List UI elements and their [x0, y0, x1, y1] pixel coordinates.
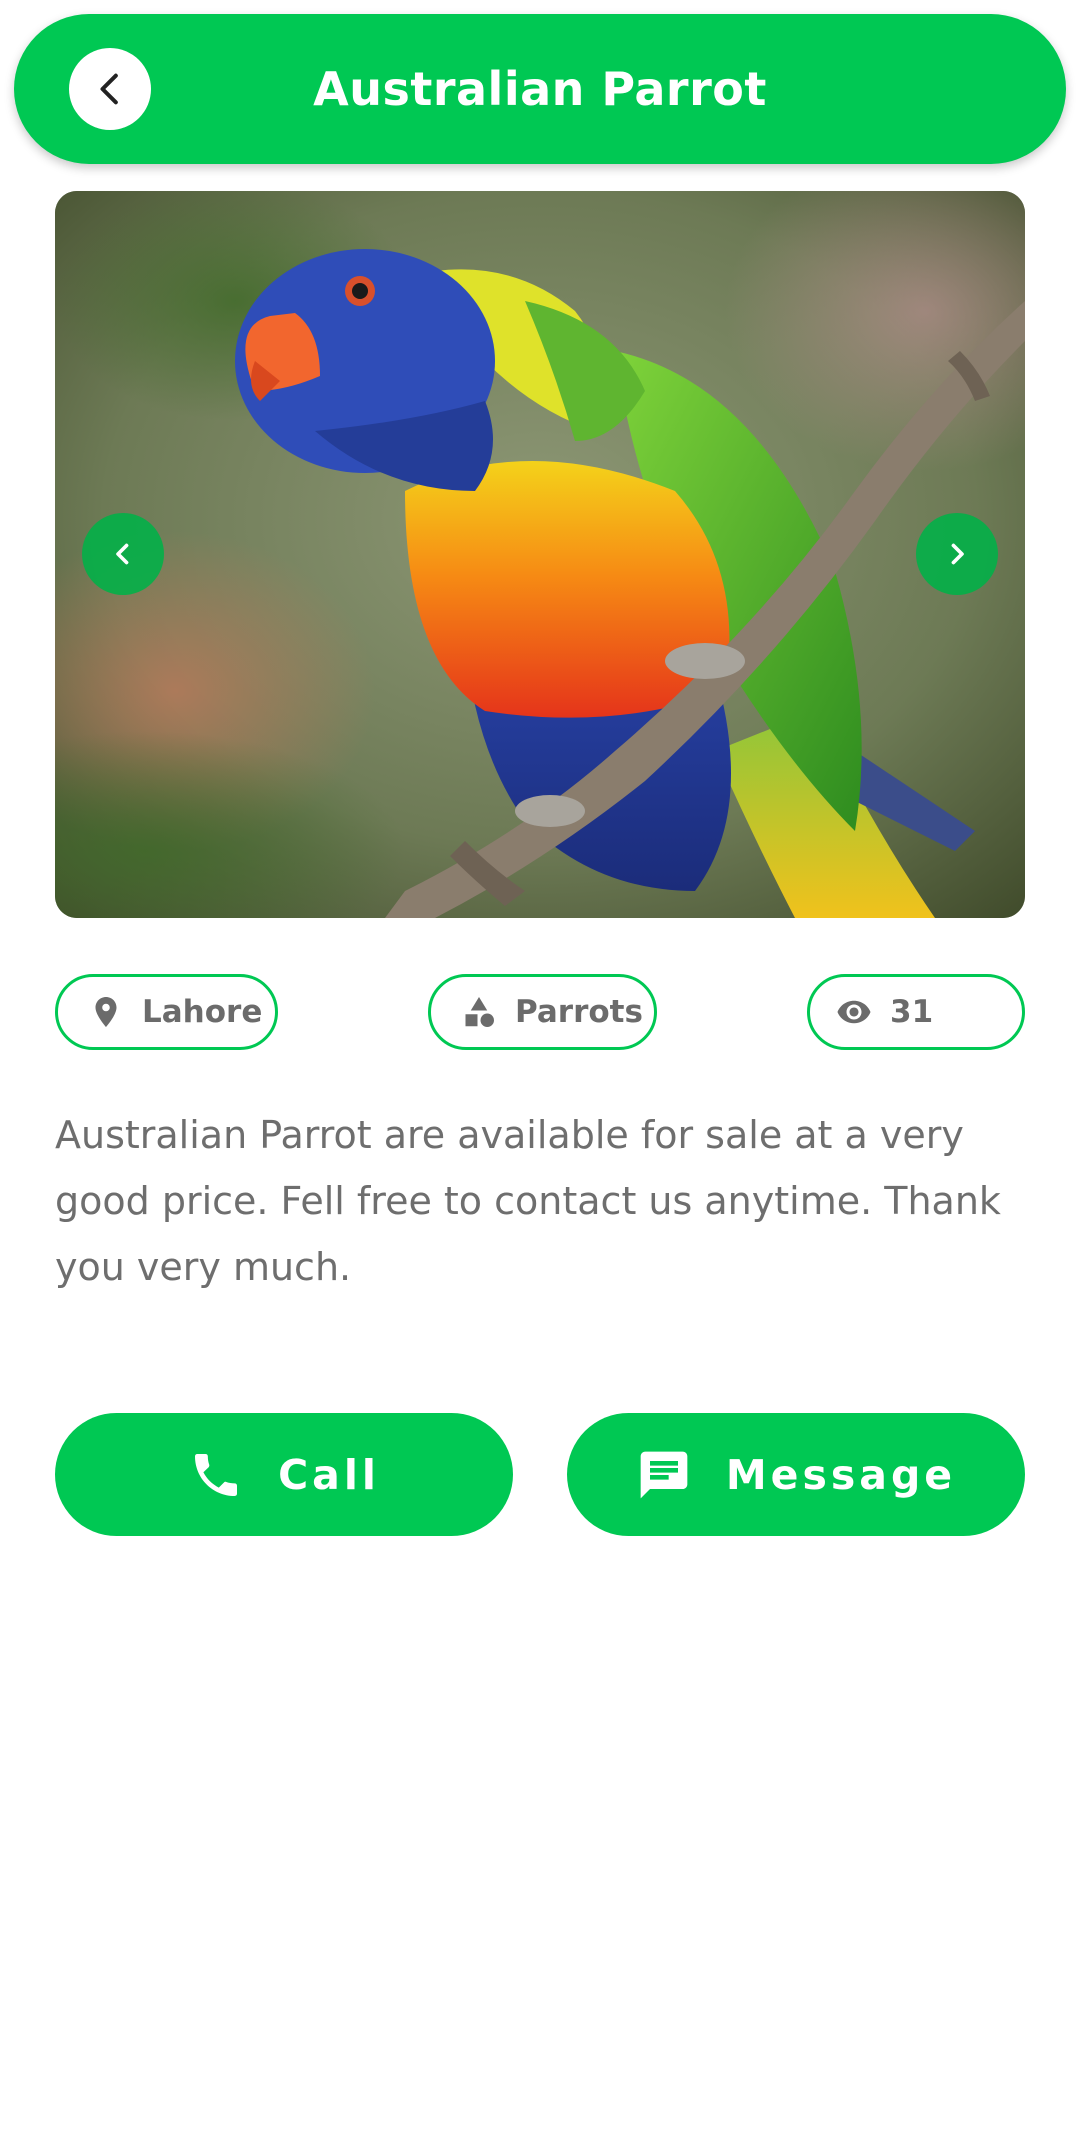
- location-label: Lahore: [142, 994, 263, 1030]
- chevron-right-icon: [951, 543, 964, 565]
- chevron-left-icon: [116, 543, 129, 565]
- parrot-photo: [55, 191, 1025, 918]
- image-carousel[interactable]: [55, 191, 1025, 918]
- location-chip: Lahore: [55, 974, 278, 1050]
- location-pin-icon: [95, 997, 117, 1027]
- call-button[interactable]: Call: [55, 1413, 513, 1536]
- phone-icon: [195, 1453, 238, 1496]
- carousel-prev-button[interactable]: [82, 513, 164, 595]
- app-header: Australian Parrot: [14, 14, 1066, 164]
- views-chip: 31: [807, 974, 1025, 1050]
- back-button[interactable]: [69, 48, 151, 130]
- ad-description: Australian Parrot are available for sale…: [55, 1113, 1001, 1289]
- eye-icon: [837, 1000, 871, 1024]
- carousel-next-button[interactable]: [916, 513, 998, 595]
- page-title: Australian Parrot: [313, 62, 767, 116]
- chevron-left-icon: [100, 73, 118, 105]
- message-label: Message: [725, 1450, 957, 1499]
- call-label: Call: [278, 1450, 380, 1499]
- views-count: 31: [890, 994, 934, 1030]
- category-chip: Parrots: [428, 974, 657, 1050]
- ad-detail-page: Australian Parrot Lahore Parrots 31 Aust…: [0, 0, 1080, 2131]
- message-icon: [640, 1451, 688, 1498]
- category-label: Parrots: [515, 994, 643, 1030]
- message-button[interactable]: Message: [567, 1413, 1025, 1536]
- category-shapes-icon: [465, 997, 494, 1027]
